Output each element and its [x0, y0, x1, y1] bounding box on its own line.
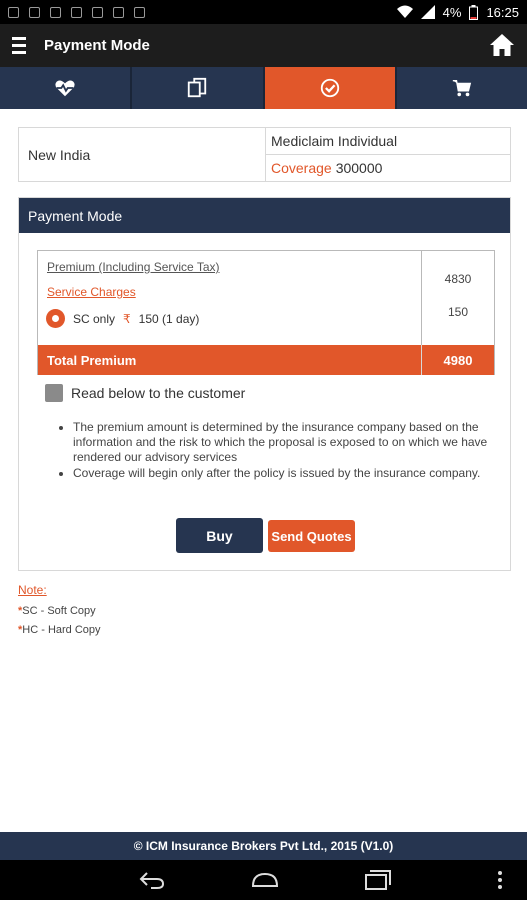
clock: 16:25	[486, 4, 519, 20]
sc-option-label: SC only	[73, 311, 116, 326]
battery-icon	[469, 4, 479, 20]
signal-icon	[420, 5, 435, 19]
notification-icons	[8, 6, 145, 18]
premium-label-link[interactable]: Premium (Including Service Tax)	[47, 260, 220, 274]
check-circle-icon	[320, 78, 339, 98]
sc-radio[interactable]	[46, 309, 65, 328]
plan-name: Mediclaim Individual	[266, 128, 510, 155]
notification-icon	[71, 6, 82, 18]
insurer-name: New India	[19, 128, 266, 181]
more-options-icon[interactable]	[496, 870, 504, 890]
sc-definition: *SC - Soft Copy	[18, 605, 96, 617]
sc-option-amount: 150 (1 day)	[138, 311, 200, 326]
coverage-row: Coverage 300000	[266, 155, 510, 181]
list-item: The premium amount is determined by the …	[73, 420, 498, 465]
battery-percent: 4%	[442, 4, 462, 20]
coverage-value: 300000	[335, 160, 383, 176]
list-item: Coverage will begin only after the polic…	[73, 466, 498, 481]
app-bar: Payment Mode	[0, 24, 527, 67]
sc-code: SC	[22, 605, 38, 617]
total-premium-row: Total Premium 4980	[38, 345, 494, 375]
hc-meaning: Hard Copy	[47, 624, 101, 636]
buy-button[interactable]: Buy	[176, 518, 263, 553]
note-heading: Note:	[18, 583, 47, 597]
notification-icon	[29, 6, 40, 18]
system-nav-bar	[0, 860, 527, 900]
payment-panel: Payment Mode Premium (Including Service …	[18, 197, 511, 571]
notification-icon	[134, 6, 145, 18]
service-charges-link[interactable]: Service Charges	[47, 285, 136, 299]
read-customer-checkbox[interactable]	[45, 384, 63, 402]
tab-health[interactable]	[0, 67, 133, 109]
home-nav-icon[interactable]	[250, 867, 280, 893]
menu-icon[interactable]	[12, 35, 34, 57]
tab-payment[interactable]	[264, 67, 397, 109]
cart-icon	[452, 79, 472, 97]
total-premium-label: Total Premium	[38, 345, 422, 375]
rupee-symbol: ₹	[123, 311, 131, 326]
policy-summary: New India Mediclaim Individual Coverage …	[18, 127, 511, 182]
premium-value: 4830	[444, 272, 472, 286]
notification-icon	[113, 6, 124, 18]
system-status: 4% 16:25	[396, 4, 519, 20]
coverage-label: Coverage	[271, 160, 332, 176]
heartbeat-icon	[55, 80, 75, 97]
premium-table: Premium (Including Service Tax) Service …	[37, 250, 495, 375]
terms-list: The premium amount is determined by the …	[73, 420, 498, 482]
notification-icon	[92, 6, 103, 18]
read-customer-label: Read below to the customer	[71, 385, 246, 401]
read-customer-row[interactable]: Read below to the customer	[45, 384, 245, 402]
home-icon[interactable]	[489, 32, 515, 58]
recent-apps-icon[interactable]	[362, 867, 392, 893]
notification-icon	[8, 6, 19, 18]
send-quotes-button[interactable]: Send Quotes	[268, 520, 355, 552]
payment-panel-title: Payment Mode	[19, 198, 510, 233]
total-premium-value: 4980	[443, 352, 473, 368]
step-tabs	[0, 67, 527, 109]
footer: © ICM Insurance Brokers Pvt Ltd., 2015 (…	[0, 832, 527, 860]
sc-option[interactable]: SC only ₹150 (1 day)	[46, 309, 199, 328]
status-bar: 4% 16:25	[0, 0, 527, 24]
tab-documents[interactable]	[132, 67, 265, 109]
wifi-icon	[396, 5, 413, 18]
page-title: Payment Mode	[44, 37, 150, 54]
hc-code: HC	[22, 624, 39, 636]
service-charge-value: 150	[447, 305, 469, 319]
sc-meaning: Soft Copy	[47, 605, 96, 617]
documents-icon	[188, 77, 207, 98]
hc-definition: *HC - Hard Copy	[18, 624, 101, 636]
notification-icon	[50, 6, 61, 18]
tab-cart[interactable]	[397, 67, 527, 109]
back-icon[interactable]	[137, 867, 167, 893]
